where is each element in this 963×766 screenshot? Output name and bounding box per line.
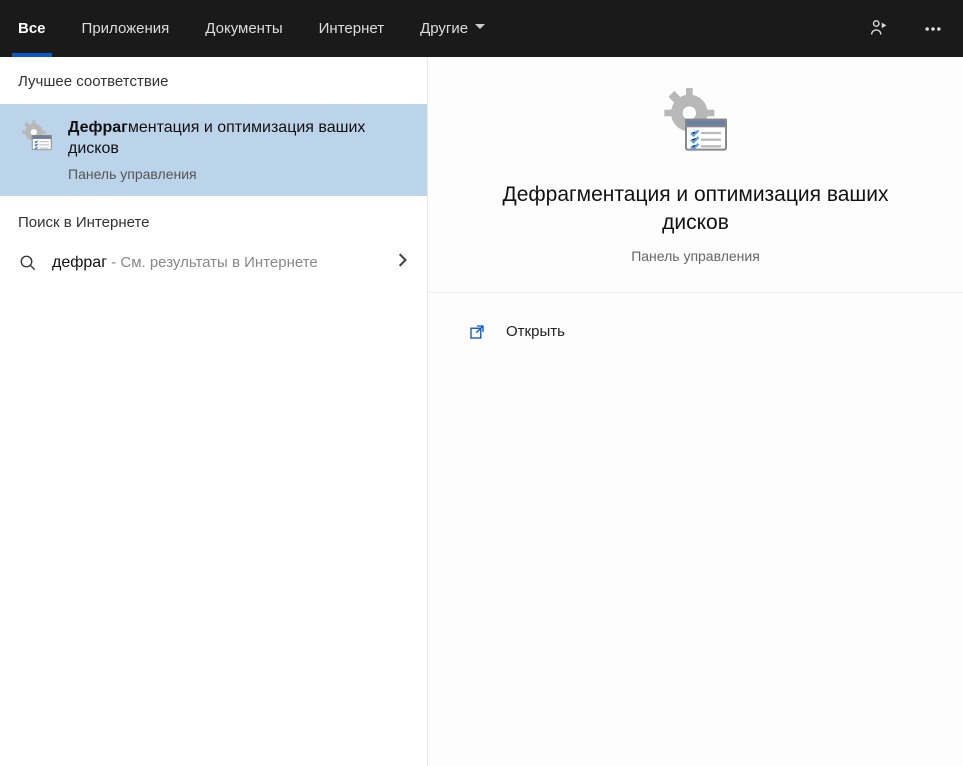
tab-apps[interactable]: Приложения: [64, 0, 188, 57]
tab-more[interactable]: Другие: [402, 0, 504, 57]
more-options-icon[interactable]: [913, 9, 953, 49]
top-tab-bar: Все Приложения Документы Интернет Другие: [0, 0, 963, 57]
chevron-right-icon: [395, 253, 409, 272]
open-action[interactable]: Открыть: [458, 311, 933, 353]
preview-subtitle: Панель управления: [631, 248, 760, 264]
defrag-icon: [18, 118, 56, 156]
preview-title: Дефрагментация и оптимизация ваших диско…: [481, 181, 911, 238]
tab-all-label: Все: [18, 20, 46, 37]
web-search-label: дефраг - См. результаты в Интернете: [52, 254, 395, 272]
tab-web-label: Интернет: [319, 20, 384, 37]
best-match-title: Дефрагментация и оптимизация ваших диско…: [68, 118, 409, 160]
web-search-item[interactable]: дефраг - См. результаты в Интернете: [0, 243, 427, 283]
best-match-header: Лучшее соответствие: [0, 57, 427, 104]
web-search-hint: - См. результаты в Интернете: [107, 254, 318, 271]
web-search-query: дефраг: [52, 254, 107, 271]
tabs-container: Все Приложения Документы Интернет Другие: [0, 0, 504, 57]
best-match-subtitle: Панель управления: [68, 166, 409, 182]
tab-docs-label: Документы: [205, 20, 282, 37]
tab-docs[interactable]: Документы: [187, 0, 300, 57]
open-action-label: Открыть: [506, 323, 565, 340]
results-panel: Лучшее соответствие: [0, 57, 427, 766]
preview-defrag-icon: [656, 83, 736, 163]
best-match-title-bold: Дефраг: [68, 119, 128, 136]
feedback-icon[interactable]: [859, 9, 899, 49]
preview-panel: Дефрагментация и оптимизация ваших диско…: [427, 57, 963, 766]
open-icon: [464, 319, 490, 345]
best-match-item[interactable]: Дефрагментация и оптимизация ваших диско…: [0, 104, 427, 196]
best-match-text: Дефрагментация и оптимизация ваших диско…: [68, 118, 409, 182]
web-search-header: Поиск в Интернете: [0, 196, 427, 243]
topbar-right: [859, 0, 963, 57]
search-icon: [18, 253, 38, 273]
preview-header: Дефрагментация и оптимизация ваших диско…: [428, 83, 963, 293]
tab-more-label: Другие: [420, 20, 468, 37]
tab-apps-label: Приложения: [82, 20, 170, 37]
tab-web[interactable]: Интернет: [301, 0, 402, 57]
chevron-down-icon: [474, 20, 486, 37]
preview-actions: Открыть: [428, 293, 963, 371]
tab-all[interactable]: Все: [0, 0, 64, 57]
